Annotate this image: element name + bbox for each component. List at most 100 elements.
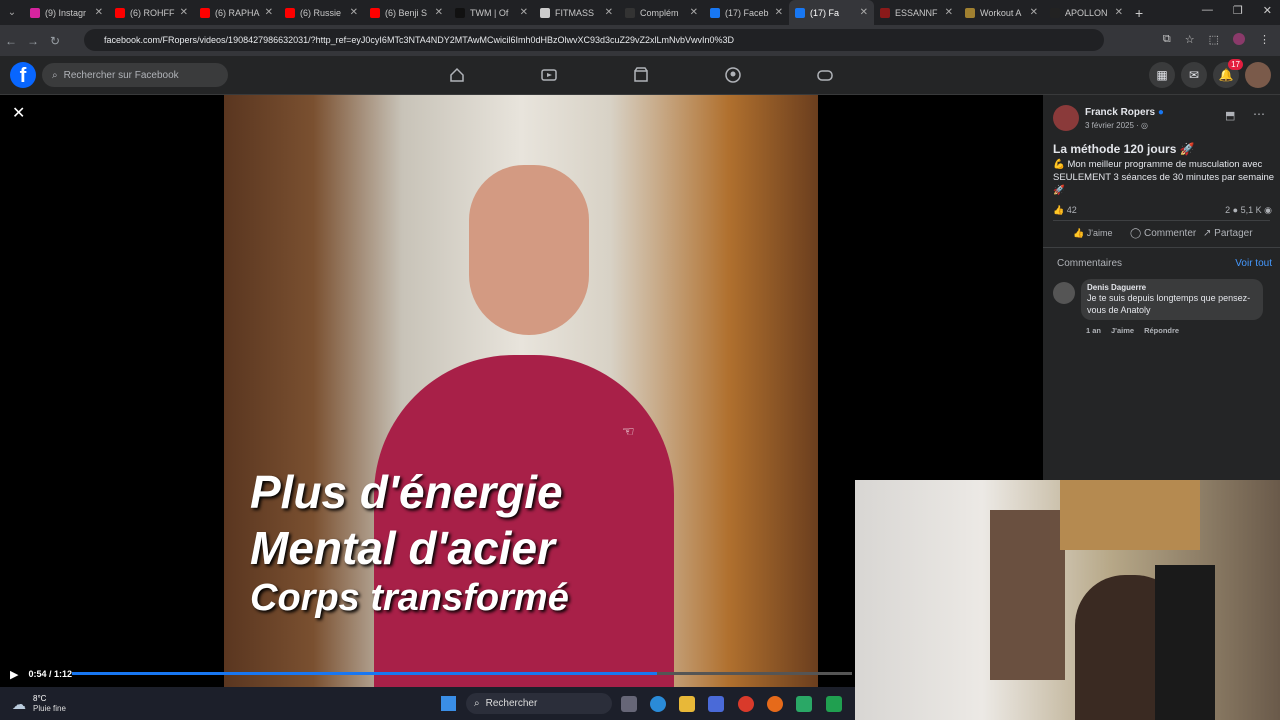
comment-bubble: Denis Daguerre Je te suis depuis longtem… [1081,279,1263,320]
url-field[interactable]: facebook.com/FRopers/videos/190842798663… [84,29,1104,51]
browser-tab[interactable]: (6) RAPHA ✕ [194,0,279,25]
comment-reply-link[interactable]: Répondre [1144,326,1179,335]
tab-close-icon[interactable]: ✕ [435,7,443,18]
facebook-header: f ⌕ Rechercher sur Facebook ▦ ✉ 🔔 17 [0,56,1280,95]
tab-title: (9) Instagr [45,7,87,18]
save-icon[interactable]: ⬒ [1225,109,1235,122]
divider [1043,247,1280,248]
profile-avatar[interactable] [1233,33,1245,45]
more-options-icon[interactable]: ⋯ [1253,107,1265,121]
browser-tab[interactable]: FITMASS ✕ [534,0,619,25]
comments-count[interactable]: 2 [1225,205,1230,215]
video-progress-bar[interactable] [72,672,852,675]
extensions-icon[interactable]: ⬚ [1209,33,1219,46]
start-icon[interactable] [441,696,456,711]
tab-list-button[interactable]: ⌄ [0,7,24,18]
tab-close-icon[interactable]: ✕ [180,7,188,18]
tab-close-icon[interactable]: ✕ [265,7,273,18]
comment-like-link[interactable]: J'aime [1111,326,1134,335]
video-icon[interactable] [541,67,557,83]
menu-grid-button[interactable]: ▦ [1149,62,1175,88]
tab-close-icon[interactable]: ✕ [860,7,868,18]
marketplace-icon[interactable] [633,67,649,83]
file-explorer-icon[interactable] [679,696,695,712]
gaming-icon[interactable] [817,67,833,83]
webcam-poster [1060,480,1200,550]
search-icon: ⌕ [474,698,480,709]
browser-tab[interactable]: (17) Faceb ✕ [704,0,789,25]
home-icon[interactable] [449,67,465,83]
task-view-icon[interactable] [621,696,637,712]
commenter-avatar[interactable] [1053,282,1075,304]
maximize-icon[interactable]: ❐ [1233,4,1243,17]
tab-title: (6) RAPHA [215,7,260,18]
close-window-icon[interactable]: ✕ [1263,4,1272,17]
comment-button[interactable]: ◯ Commenter [1130,228,1196,239]
post-author[interactable]: Franck Ropers [1085,107,1155,118]
browser-tab[interactable]: Workout A ✕ [959,0,1044,25]
tab-title: (17) Faceb [725,7,769,18]
facebook-logo[interactable]: f [10,62,36,88]
groups-icon[interactable] [725,67,741,83]
messenger-button[interactable]: ✉ [1181,62,1207,88]
chrome-icon[interactable] [738,696,754,712]
comment-author[interactable]: Denis Daguerre [1087,283,1257,292]
store-icon[interactable] [708,696,724,712]
taskbar-search[interactable]: ⌕ Rechercher [466,693,612,714]
account-avatar[interactable] [1245,62,1271,88]
forward-icon[interactable]: → [22,34,44,48]
reaction-count[interactable]: 42 [1067,205,1077,215]
post-date[interactable]: 3 février 2025 · [1085,121,1141,130]
reload-icon[interactable]: ↻ [44,34,66,48]
tab-favicon-icon [795,7,805,18]
browser-tab[interactable]: ESSANNF ✕ [874,0,959,25]
close-icon[interactable]: ✕ [12,103,25,123]
menu-icon[interactable]: ⋮ [1259,33,1270,46]
tab-close-icon[interactable]: ✕ [945,7,953,18]
firefox-icon[interactable] [767,696,783,712]
install-icon[interactable]: ⧉ [1163,33,1171,46]
search-placeholder: Rechercher sur Facebook [63,69,179,81]
like-button[interactable]: 👍 J'aime [1073,228,1112,239]
tab-title: (6) Benji S [385,7,428,18]
app-icon-green[interactable] [796,696,812,712]
tab-close-icon[interactable]: ✕ [690,7,698,18]
weather-temp: 8°C [33,694,47,703]
tab-close-icon[interactable]: ✕ [520,7,528,18]
see-all-link[interactable]: Voir tout [1235,258,1272,269]
tab-favicon-icon [880,7,890,18]
play-icon[interactable]: ▶ [10,668,18,681]
tab-close-icon[interactable]: ✕ [775,7,783,18]
tab-favicon-icon [455,7,465,18]
minimize-icon[interactable]: — [1202,4,1213,17]
tab-close-icon[interactable]: ✕ [1030,7,1038,18]
browser-tab[interactable]: (17) Fa ✕ [789,0,874,25]
obs-icon[interactable] [826,696,842,712]
comment-button-label: Commenter [1143,228,1197,239]
browser-tab[interactable]: (9) Instagr ✕ [24,0,109,25]
edge-icon[interactable] [650,696,666,712]
tab-close-icon[interactable]: ✕ [95,7,103,18]
tab-favicon-icon [200,7,210,18]
new-tab-button[interactable]: + [1135,5,1143,21]
tab-close-icon[interactable]: ✕ [605,7,613,18]
facebook-search-input[interactable]: ⌕ Rechercher sur Facebook [42,63,228,87]
caption-line-2: Mental d'acier [250,522,555,574]
tab-favicon-icon [30,7,40,18]
browser-tab[interactable]: TWM | Of ✕ [449,0,534,25]
browser-tab[interactable]: (6) Benji S ✕ [364,0,449,25]
bookmark-star-icon[interactable]: ☆ [1185,33,1195,46]
tab-close-icon[interactable]: ✕ [350,7,358,18]
tab-close-icon[interactable]: ✕ [1115,7,1123,18]
tab-favicon-icon [710,7,720,18]
browser-tab[interactable]: (6) Russie ✕ [279,0,364,25]
author-avatar[interactable] [1053,105,1079,131]
share-button[interactable]: ↗ Partager [1203,228,1253,239]
browser-tab[interactable]: Complém ✕ [619,0,704,25]
browser-tab[interactable]: (6) ROHFF ✕ [109,0,194,25]
back-icon[interactable]: ← [0,34,22,48]
video-frame[interactable]: Plus d'énergie Mental d'acier Corps tran… [224,95,818,687]
notifications-button[interactable]: 🔔 17 [1213,59,1243,88]
browser-tab[interactable]: APOLLON ✕ [1044,0,1129,25]
cursor-icon: ☜ [622,423,635,439]
